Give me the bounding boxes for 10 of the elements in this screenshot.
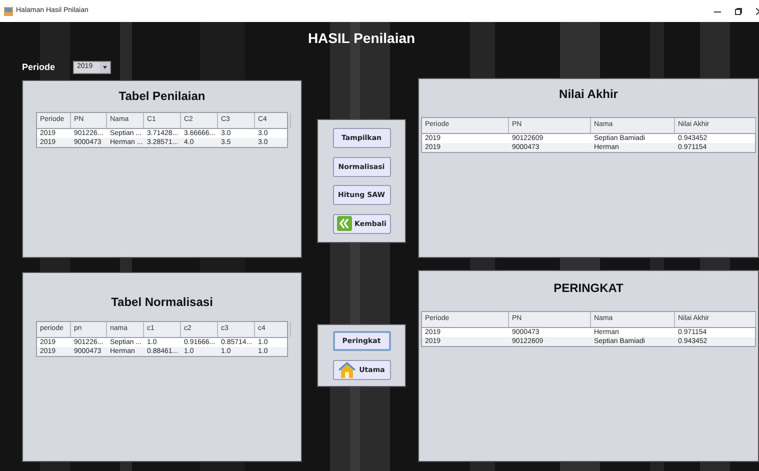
app-icon [4, 6, 13, 16]
double-chevron-icon [336, 216, 352, 232]
panel-title: PERINGKAT [552, 280, 624, 297]
periode-label: Periode [22, 60, 56, 74]
panel-title: Nilai Akhir [558, 86, 619, 103]
panel-title: Tabel Penilaian [118, 88, 206, 105]
house-icon [338, 362, 356, 378]
panel-title: Tabel Normalisasi [110, 294, 214, 311]
restore-icon[interactable] [735, 8, 742, 14]
page-heading: HASIL Penilaian [306, 29, 416, 48]
